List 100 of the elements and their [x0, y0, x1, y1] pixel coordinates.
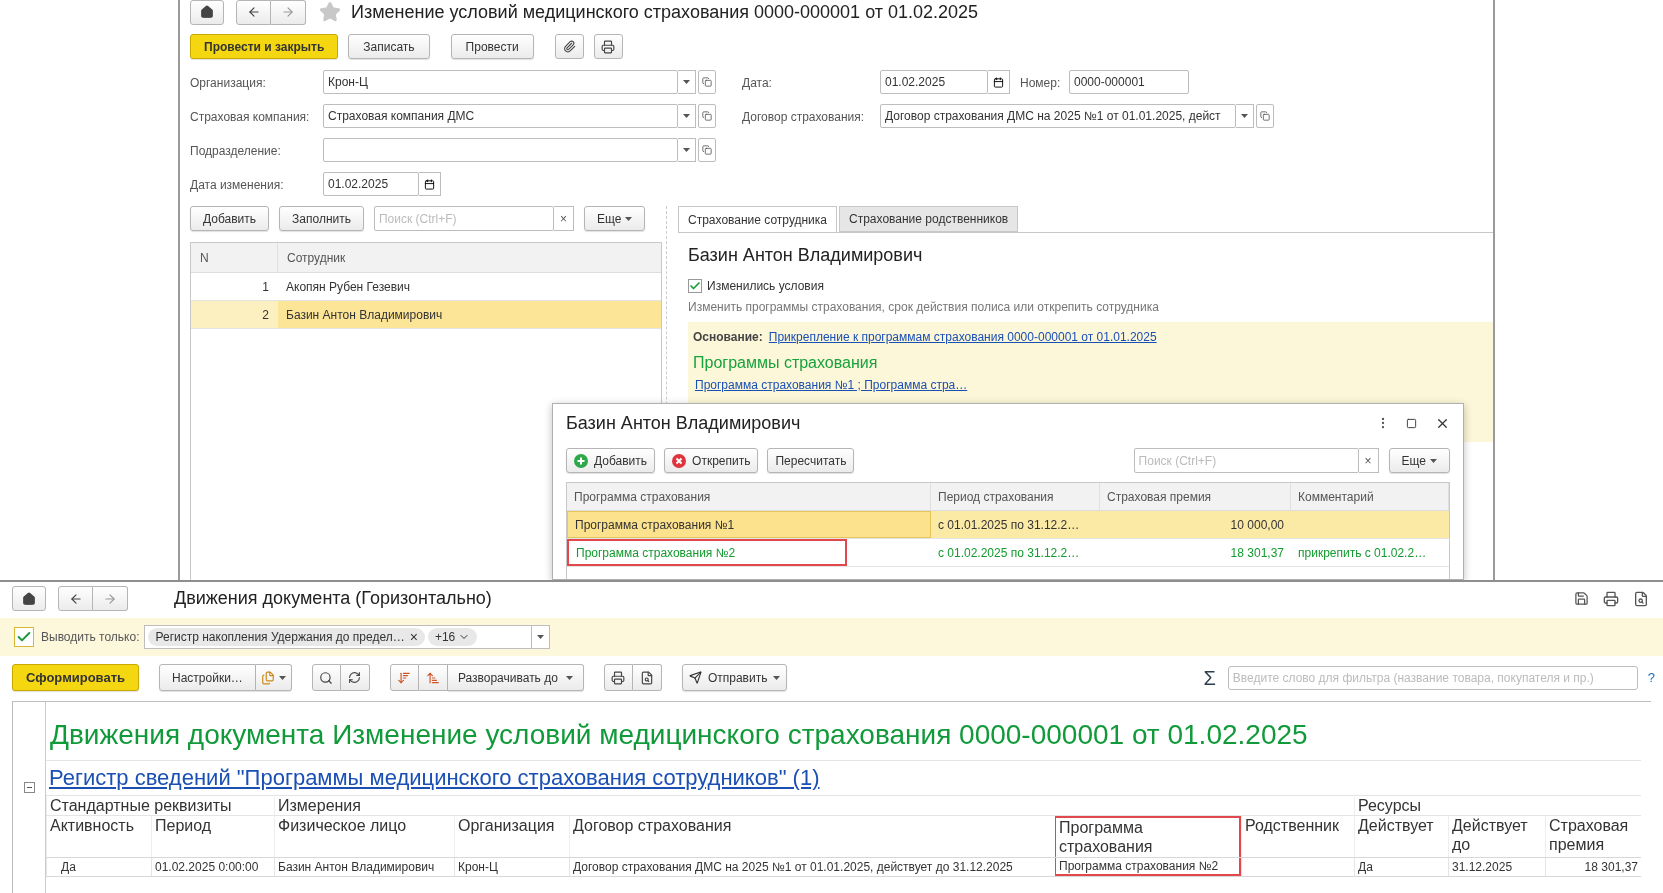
programs-link[interactable]: Программа страхования №1 ; Программа стра…	[695, 376, 968, 394]
table-row[interactable]: 2 Базин Антон Владимирович	[191, 301, 661, 329]
field-label: Договор страхования:	[742, 110, 865, 124]
filter-tag[interactable]: Регистр накопления Удержания до предел… ×	[148, 628, 425, 646]
help-link[interactable]: ?	[1647, 667, 1655, 688]
print-icon[interactable]	[1603, 590, 1619, 607]
table-cell: Да	[46, 858, 151, 876]
toolbar-button[interactable]: Открепить	[664, 448, 759, 473]
checkbox[interactable]	[688, 279, 702, 293]
home-button[interactable]	[12, 586, 46, 611]
open-icon	[702, 111, 712, 121]
table-cell: Программа страхования №1	[567, 511, 931, 538]
home-button[interactable]	[190, 0, 224, 25]
attach-button[interactable]	[554, 34, 584, 59]
back-button[interactable]	[58, 586, 93, 611]
action-button[interactable]: Записать	[348, 34, 430, 59]
checkbox[interactable]	[14, 627, 34, 647]
action-button[interactable]: Провести	[450, 34, 534, 59]
clear-button[interactable]: ×	[553, 206, 574, 231]
variants-button[interactable]	[255, 664, 292, 691]
preview-button[interactable]	[632, 664, 662, 691]
back-button[interactable]	[236, 0, 271, 25]
open-button[interactable]	[698, 104, 716, 128]
column-header[interactable]: Комментарий	[1291, 483, 1449, 510]
input-field[interactable]: Крон-Ц	[323, 70, 678, 94]
employee-name: Базин Антон Владимирович	[688, 244, 924, 267]
dropdown-button[interactable]	[678, 70, 696, 94]
basis-label: Основание:	[693, 329, 763, 346]
maximize-icon[interactable]	[1406, 417, 1417, 429]
date-field[interactable]: 01.02.2025	[880, 70, 988, 94]
table-row[interactable]: Программа страхования №2 с 01.02.2025 по 31.12.2… 18 301,37 прикрепить с 01.02.2…	[567, 539, 1449, 567]
toolbar-button[interactable]: Добавить	[190, 206, 270, 231]
print-button[interactable]	[593, 34, 623, 59]
column-header[interactable]: Программа страхования	[567, 483, 931, 510]
filter-field[interactable]: Регистр накопления Удержания до предел… × +16	[144, 625, 533, 649]
table-cell: 18 301,37	[1545, 858, 1641, 876]
open-button[interactable]	[1256, 104, 1274, 128]
open-icon	[702, 145, 712, 155]
toolbar-button[interactable]: Заполнить	[279, 206, 364, 231]
table-cell-text: с 01.02.2025 по 31.12.2…	[937, 544, 1081, 562]
column-header: Период	[151, 816, 274, 857]
group-header: Ресурсы	[1358, 797, 1422, 814]
group-header: Стандартные реквизиты	[50, 797, 232, 814]
dropdown-button[interactable]	[532, 625, 551, 649]
dropdown-button[interactable]	[678, 138, 696, 162]
calendar-button[interactable]	[988, 70, 1010, 94]
toolbar-button[interactable]: Пересчитать	[767, 448, 855, 473]
search-button[interactable]	[311, 664, 341, 691]
star-icon[interactable]	[319, 1, 341, 23]
dropdown-button[interactable]	[1236, 104, 1254, 128]
refresh-search-button[interactable]	[340, 664, 370, 691]
register-link[interactable]: Регистр сведений "Программы медицинского страхования сотрудников" (1)	[46, 760, 1641, 795]
preview-icon[interactable]	[1633, 590, 1649, 607]
input-field[interactable]: Страховая компания ДМС	[323, 104, 678, 128]
print-button[interactable]	[603, 664, 633, 691]
report-heading: Движения документа Изменение условий медицинского страхования 0000-000001 от 01.02.2025	[49, 718, 1309, 752]
basis-link[interactable]: Прикрепление к программам страхования 0000-000001 от 01.01.2025	[768, 328, 1157, 346]
sort-down-button[interactable]	[389, 664, 419, 691]
calendar-button[interactable]	[419, 172, 441, 196]
open-button[interactable]	[698, 138, 716, 162]
settings-button[interactable]: Настройки…	[159, 664, 256, 691]
remove-tag-button[interactable]: ×	[409, 626, 418, 648]
column-header[interactable]: N	[191, 243, 278, 272]
open-button[interactable]	[698, 70, 716, 94]
dropdown-icon	[625, 216, 633, 221]
tab[interactable]: Страхование сотрудника	[678, 206, 837, 233]
collapse-icon[interactable]	[23, 782, 35, 793]
dropdown-icon	[537, 635, 545, 639]
expand-button[interactable]: Разворачивать до	[447, 664, 584, 691]
column-header: Действует до	[1448, 816, 1545, 857]
input-field[interactable]	[323, 138, 678, 162]
send-button[interactable]: Отправить	[681, 664, 788, 691]
column-header[interactable]: Сотрудник	[278, 243, 661, 272]
table-cell: 01.02.2025 0:00:00	[151, 858, 274, 876]
generate-button[interactable]: Сформировать	[12, 664, 140, 691]
input-field[interactable]: Договор страхования ДМС на 2025 №1 от 01.01.2025, дейст	[880, 104, 1236, 128]
dropdown-button[interactable]	[678, 104, 696, 128]
clear-button[interactable]: ×	[1358, 448, 1379, 473]
sort-descending-icon	[397, 670, 412, 685]
table-row[interactable]: Программа страхования №1 с 01.01.2025 по 31.12.2… 10 000,00	[567, 511, 1449, 539]
more-button[interactable]: Еще	[1388, 448, 1450, 473]
table-cell: Программа страхования №2	[1055, 858, 1241, 876]
sort-up-button[interactable]	[418, 664, 448, 691]
dropdown-icon	[683, 114, 690, 118]
remove-icon	[672, 453, 687, 468]
sum-button[interactable]: Σ	[1203, 662, 1216, 693]
open-icon	[702, 77, 712, 87]
action-button[interactable]: Провести и закрыть	[190, 34, 339, 59]
date-field[interactable]: 01.02.2025	[323, 172, 419, 196]
save-icon[interactable]	[1574, 591, 1589, 606]
tab[interactable]: Страхование родственников	[839, 206, 1019, 232]
dropdown-icon	[773, 675, 781, 680]
input-field[interactable]: 0000-000001	[1069, 70, 1189, 94]
more-button[interactable]: Еще	[583, 206, 646, 231]
dropdown-icon	[1430, 458, 1437, 463]
column-header[interactable]: Период страхования	[931, 483, 1100, 510]
table-cell-text: 18 301,37	[1229, 544, 1285, 562]
more-tags-button[interactable]: +16	[427, 628, 478, 646]
toolbar-button[interactable]: Добавить	[566, 448, 656, 473]
column-header[interactable]: Страховая премия	[1100, 483, 1291, 510]
